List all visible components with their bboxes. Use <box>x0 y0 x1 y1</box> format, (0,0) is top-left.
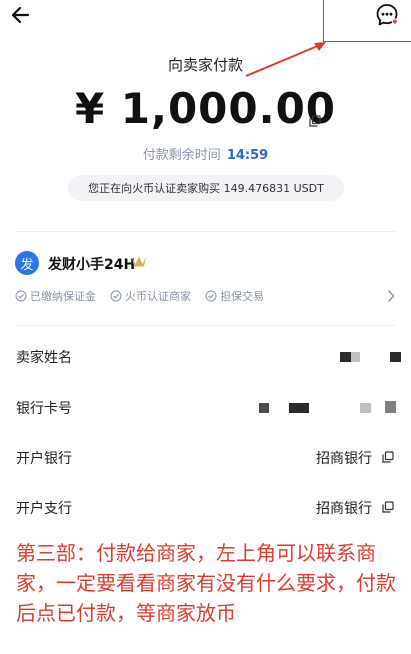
highlight-box <box>323 0 411 42</box>
seller-name[interactable]: 发财小手24H <box>48 254 135 274</box>
redacted-block <box>351 352 360 362</box>
badge-label: 担保交易 <box>220 290 264 303</box>
badge-deposit: 已缴纳保证金 <box>15 288 96 304</box>
copy-icon[interactable] <box>382 501 394 513</box>
badge-certified: 火币认证商家 <box>110 288 191 304</box>
seller-avatar[interactable]: 发 <box>15 251 39 275</box>
divider <box>16 231 395 232</box>
badge-label: 已缴纳保证金 <box>30 290 96 303</box>
bank-value: 招商银行 <box>316 451 372 467</box>
chevron-right-icon[interactable] <box>386 289 396 303</box>
redacted-block <box>259 403 269 413</box>
annotation-text: 第三部：付款给商家，左上角可以联系商家，一定要看看商家有没有什么要求，付款后点已… <box>16 541 396 625</box>
payment-amount: ¥ 1,000.00 <box>74 84 337 133</box>
check-circle-icon <box>15 290 27 302</box>
check-circle-icon <box>110 290 122 302</box>
card-number-label: 银行卡号 <box>16 401 72 417</box>
badge-label: 火币认证商家 <box>125 290 191 303</box>
redacted-block <box>390 352 401 362</box>
redacted-block <box>385 401 396 413</box>
seller-name-label: 卖家姓名 <box>16 350 72 366</box>
copy-icon[interactable] <box>309 115 321 127</box>
countdown: 付款剩余时间 14:59 <box>0 144 411 163</box>
crown-icon <box>132 256 146 267</box>
branch-label: 开户支行 <box>16 501 72 517</box>
seller-badges[interactable]: 已缴纳保证金 火币认证商家 担保交易 <box>15 288 264 304</box>
bank-label: 开户银行 <box>16 451 72 467</box>
branch-value: 招商银行 <box>316 501 372 517</box>
countdown-value: 14:59 <box>226 148 269 163</box>
badge-escrow: 担保交易 <box>205 288 264 304</box>
back-arrow-icon[interactable] <box>10 4 32 26</box>
redacted-block <box>289 403 309 413</box>
copy-icon[interactable] <box>382 451 394 463</box>
check-circle-icon <box>205 290 217 302</box>
divider <box>16 325 395 326</box>
payment-title: 向卖家付款 <box>167 56 243 74</box>
countdown-label: 付款剩余时间 <box>142 148 221 163</box>
redacted-block <box>360 403 371 413</box>
redacted-block <box>340 352 351 362</box>
purchase-note: 您正在向火币认证卖家购买 149.476831 USDT <box>68 175 344 201</box>
